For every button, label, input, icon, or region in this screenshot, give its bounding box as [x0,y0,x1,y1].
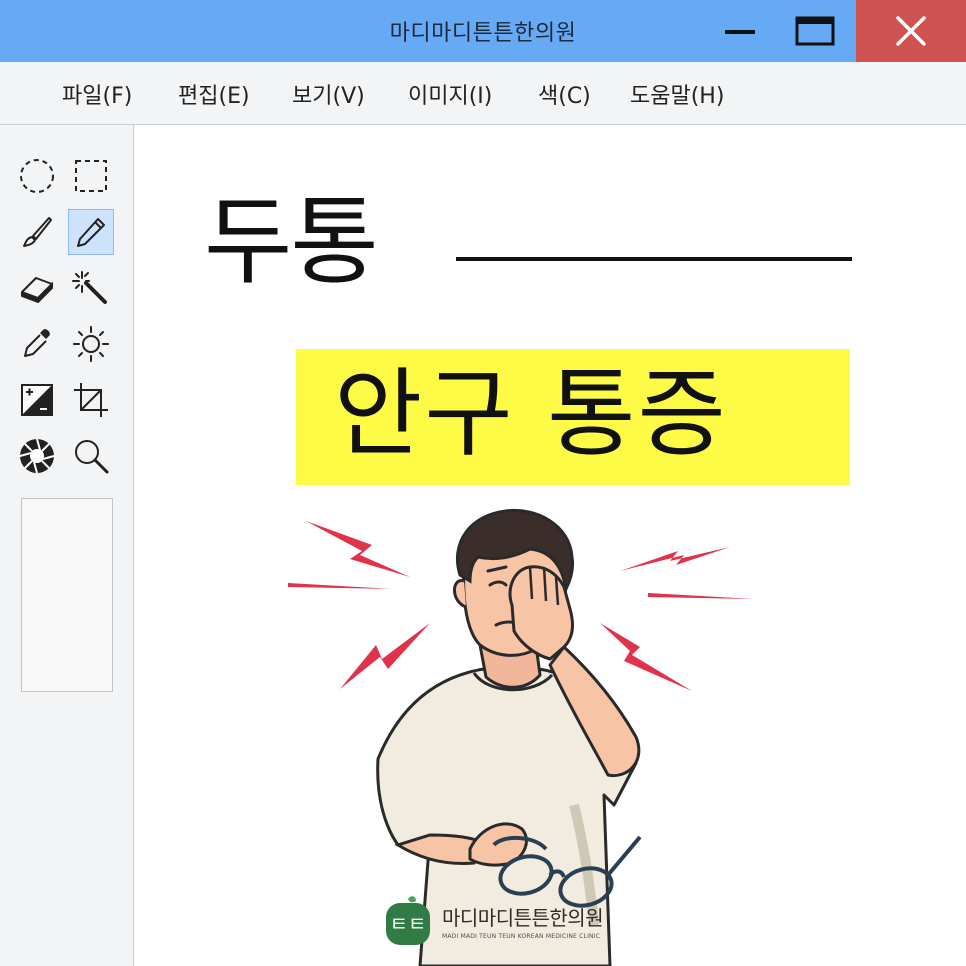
eraser-tool[interactable] [14,265,60,311]
menu-help[interactable]: 도움말(H) [630,78,724,110]
heading-underline [456,257,852,261]
ellipse-select-icon [20,159,54,193]
svg-text:ㅌㅌ: ㅌㅌ [390,912,427,936]
menu-bar: 파일(F) 편집(E) 보기(V) 이미지(I) 색(C) 도움말(H) [0,62,966,125]
brush-tool[interactable] [14,209,60,255]
clinic-name: 마디마디튼튼한의원 [442,906,604,930]
clinic-logo: ㅌㅌ 마디마디튼튼한의원 MADI MADI TEUN TEUN KOREAN … [382,895,604,947]
brush-icon [23,217,52,247]
aperture-tool[interactable] [14,433,60,479]
minimize-button[interactable] [712,0,768,62]
rect-select-tool[interactable] [68,153,114,199]
aperture-icon [19,438,55,474]
close-button[interactable] [856,0,966,62]
pencil-icon [77,218,105,247]
eyedropper-icon [24,329,50,357]
eyedropper-tool[interactable] [14,321,60,367]
crop-tool[interactable] [68,377,114,423]
menu-edit[interactable]: 편집(E) [178,78,250,110]
title-bar: 마디마디튼튼한의원 [0,0,966,62]
clinic-logo-mark-icon: ㅌㅌ [386,896,430,945]
zoom-tool[interactable] [68,433,114,479]
drawing-canvas[interactable]: 두통 안구 통증 ㅌㅌ 마디마디튼튼한의원 MADI MADI TEUN TEU… [134,125,966,966]
pencil-tool[interactable] [68,209,114,255]
contrast-tool[interactable] [14,377,60,423]
color-palette-box[interactable] [21,498,113,692]
heading-text: 두통 [204,186,379,298]
toolbox [0,125,134,966]
maximize-icon [795,16,835,46]
magic-wand-icon [72,271,107,304]
menu-color[interactable]: 색(C) [538,78,591,110]
close-icon [896,16,926,46]
crop-icon [74,383,108,417]
brightness-tool[interactable] [68,321,114,367]
minimize-icon [725,30,755,34]
menu-file[interactable]: 파일(F) [62,78,132,110]
menu-view[interactable]: 보기(V) [292,78,365,110]
ellipse-select-tool[interactable] [14,153,60,199]
eraser-icon [21,277,53,303]
brightness-icon [73,326,109,362]
zoom-icon [75,440,109,474]
contrast-icon [21,384,53,416]
rect-select-icon [75,160,107,192]
magic-wand-tool[interactable] [68,265,114,311]
menu-image[interactable]: 이미지(I) [408,78,492,110]
highlight-text: 안구 통증 [334,358,728,470]
maximize-button[interactable] [786,0,844,62]
clinic-subtitle: MADI MADI TEUN TEUN KOREAN MEDICINE CLIN… [442,933,601,940]
